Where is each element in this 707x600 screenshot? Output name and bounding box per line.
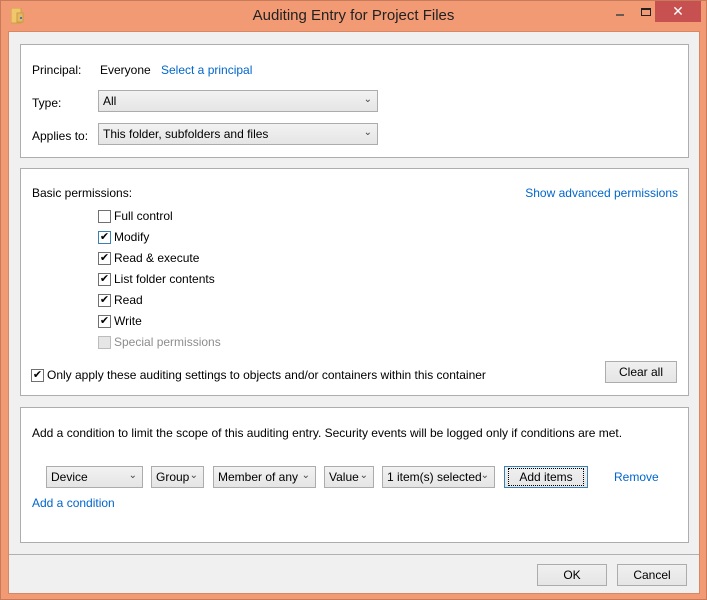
permission-label: Read	[114, 293, 143, 307]
condition-description: Add a condition to limit the scope of th…	[32, 426, 623, 440]
permission-label: List folder contents	[114, 272, 215, 286]
permission-checkbox[interactable]	[98, 210, 111, 223]
permission-label: Write	[114, 314, 142, 328]
footer-divider	[9, 554, 699, 555]
check-icon: ✔	[99, 252, 110, 264]
permission-label: Special permissions	[114, 335, 221, 349]
permission-label: Full control	[114, 209, 173, 223]
chevron-down-icon: ⌄	[363, 127, 372, 138]
type-select-value: All	[103, 94, 117, 108]
permission-checkbox[interactable]: ✔	[98, 252, 111, 265]
only-apply-label: Only apply these auditing settings to ob…	[47, 368, 486, 382]
applies-to-select-value: This folder, subfolders and files	[103, 127, 269, 141]
ok-button[interactable]: OK	[537, 564, 607, 586]
attribute-value: Group	[156, 470, 190, 484]
condition-panel: Add a condition to limit the scope of th…	[20, 407, 689, 543]
check-icon: ✔	[99, 231, 110, 243]
chevron-down-icon: ⌄	[128, 470, 137, 481]
permission-label: Modify	[114, 230, 150, 244]
check-icon: ✔	[99, 315, 110, 327]
principal-value: Everyone	[100, 63, 151, 77]
add-condition-link[interactable]: Add a condition	[32, 496, 115, 510]
select-principal-link[interactable]: Select a principal	[161, 63, 252, 77]
value-select-value: 1 item(s) selected	[387, 470, 482, 484]
check-icon: ✔	[32, 369, 43, 381]
permission-label: Read & execute	[114, 251, 200, 265]
title-bar[interactable]: Auditing Entry for Project Files ✕	[1, 1, 706, 31]
attribute-source-select[interactable]: Device ⌄	[46, 466, 143, 488]
value-select[interactable]: 1 item(s) selected ⌄	[382, 466, 495, 488]
basic-permissions-heading: Basic permissions:	[32, 186, 133, 200]
check-icon: ✔	[99, 273, 110, 285]
operator-select[interactable]: Member of any ⌄	[213, 466, 316, 488]
close-button[interactable]: ✕	[655, 1, 701, 22]
close-icon: ✕	[672, 3, 684, 19]
permission-checkbox[interactable]: ✔	[98, 315, 111, 328]
chevron-down-icon: ⌄	[301, 470, 310, 481]
only-apply-checkbox[interactable]: ✔	[31, 369, 44, 382]
chevron-down-icon: ⌄	[189, 470, 198, 481]
value-type-select[interactable]: Value ⌄	[324, 466, 374, 488]
type-label: Type:	[32, 96, 62, 110]
attribute-source-value: Device	[51, 470, 88, 484]
add-items-button[interactable]: Add items	[504, 466, 588, 488]
dialog-body: Principal: Everyone Select a principal T…	[8, 31, 700, 594]
permission-checkbox[interactable]: ✔	[98, 294, 111, 307]
dialog-window: Auditing Entry for Project Files ✕ Princ…	[0, 0, 707, 600]
type-select[interactable]: All ⌄	[98, 90, 378, 112]
remove-condition-link[interactable]: Remove	[614, 470, 659, 484]
clear-all-button[interactable]: Clear all	[605, 361, 677, 383]
cancel-button[interactable]: Cancel	[617, 564, 687, 586]
check-icon: ✔	[99, 294, 110, 306]
chevron-down-icon: ⌄	[363, 94, 372, 105]
applies-to-select[interactable]: This folder, subfolders and files ⌄	[98, 123, 378, 145]
window-title: Auditing Entry for Project Files	[252, 7, 455, 24]
chevron-down-icon: ⌄	[359, 470, 368, 481]
permission-checkbox[interactable]: ✔	[98, 231, 111, 244]
show-advanced-permissions-link[interactable]: Show advanced permissions	[525, 186, 678, 200]
value-type-value: Value	[329, 470, 359, 484]
operator-value: Member of any	[218, 470, 299, 484]
principal-panel: Principal: Everyone Select a principal T…	[20, 44, 689, 158]
minimize-button[interactable]	[607, 1, 633, 22]
chevron-down-icon: ⌄	[480, 470, 489, 481]
permissions-panel: Basic permissions: Show advanced permiss…	[20, 168, 689, 396]
maximize-icon	[641, 7, 651, 16]
principal-label: Principal:	[32, 63, 82, 77]
permission-checkbox[interactable]: ✔	[98, 273, 111, 286]
add-items-label: Add items	[508, 468, 584, 486]
minimize-icon	[616, 13, 624, 16]
attribute-select[interactable]: Group ⌄	[151, 466, 204, 488]
permission-checkbox	[98, 336, 111, 349]
applies-to-label: Applies to:	[32, 129, 89, 143]
